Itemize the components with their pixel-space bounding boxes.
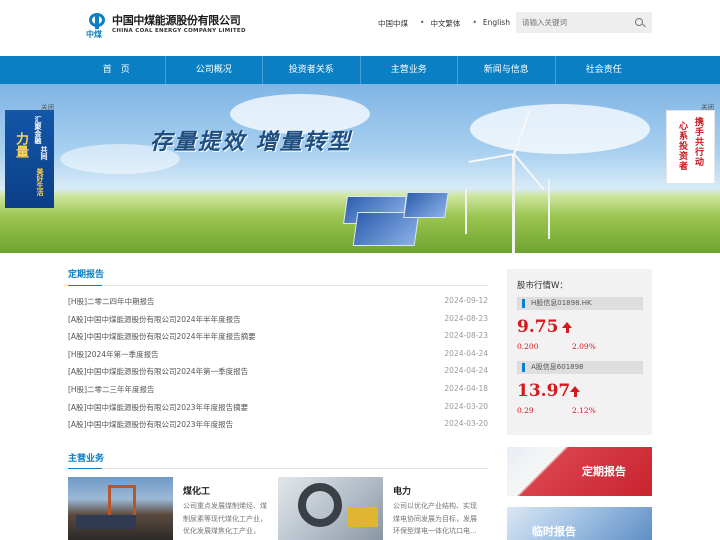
right-floating-ad[interactable]: 携手共行动 心系投资者: [666, 110, 715, 184]
main-nav: 首 页 公司概况 投资者关系 主营业务 新闻与信息 社会责任: [0, 56, 720, 84]
list-item[interactable]: [A股]中国中煤能源股份有限公司2024年半年度报告 2024-08-23: [68, 314, 488, 332]
logo-mark-icon: 中煤: [86, 13, 108, 39]
a-share-pct: 2.12%: [572, 406, 596, 415]
wind-turbine-image: [512, 154, 515, 253]
power-image[interactable]: [278, 477, 383, 540]
nav-home[interactable]: 首 页: [68, 56, 166, 84]
nav-social-responsibility[interactable]: 社会责任: [556, 56, 653, 84]
nav-investor-relations[interactable]: 投资者关系: [263, 56, 361, 84]
list-item[interactable]: [A股]中国中煤能源股份有限公司2024年半年度报告摘要 2024-08-23: [68, 331, 488, 349]
logo-text-cn: 中国中煤能源股份有限公司: [112, 14, 241, 27]
search-icon[interactable]: [635, 18, 643, 26]
section-divider: [68, 468, 488, 469]
search-input[interactable]: [522, 16, 622, 29]
h-share-pct: 2.09%: [572, 342, 596, 351]
list-item[interactable]: [A股]中国中煤能源股份有限公司2023年年度报告摘要 2024-03-20: [68, 402, 488, 420]
business-item-desc: 公司重点发展煤制烯烃、煤制尿素等现代煤化工产业，优化发展煤焦化工产业，产...: [183, 502, 267, 540]
solar-panel-image: [403, 192, 449, 218]
h-share-price: 9.75: [517, 317, 559, 337]
business-item-title[interactable]: 电力: [393, 484, 411, 497]
list-item[interactable]: [A股]中国中煤能源股份有限公司2023年年度报告 2024-03-20: [68, 419, 488, 437]
a-share-label[interactable]: A股信息601898: [517, 361, 643, 374]
list-item[interactable]: [A股]中国中煤能源股份有限公司2024年第一季度报告 2024-04-24: [68, 366, 488, 384]
stock-title: 股市行情W：: [517, 281, 568, 291]
wind-turbine-image: [548, 179, 550, 239]
stock-quote-widget: 股市行情W： H股信息01898.HK 9.75 0.200 2.09% A股信…: [507, 269, 652, 435]
separator-dot: •: [420, 18, 425, 27]
business-item-title[interactable]: 煤化工: [183, 484, 210, 497]
a-share-change: 0.29: [517, 406, 534, 415]
business-item-desc: 公司以优化产业结构、实现煤电协同发展为目标，发展环保型煤电一体化坑口电...: [393, 502, 477, 535]
nav-main-business[interactable]: 主营业务: [361, 56, 458, 84]
link-english[interactable]: English: [483, 18, 510, 29]
list-item[interactable]: [H股]2024年第一季度报告 2024-04-24: [68, 349, 488, 367]
separator-dot: •: [472, 18, 477, 27]
site-header: 中煤 中国中煤能源股份有限公司 CHINA COAL ENERGY COMPAN…: [0, 0, 720, 56]
up-arrow-icon: [562, 322, 572, 333]
section-divider: [68, 285, 488, 286]
periodic-reports-list: [H股]二零二四年中期报告 2024-09-12 [A股]中国中煤能源股份有限公司…: [68, 296, 488, 437]
left-floating-ad[interactable]: 汇聚金融 力量 共同 美好生活: [5, 110, 54, 208]
link-traditional-chinese[interactable]: 中文繁体: [430, 18, 460, 29]
link-china-coal[interactable]: 中国中煤: [378, 18, 408, 29]
h-share-change: 0.200: [517, 342, 539, 351]
wind-turbine-image: [465, 189, 467, 234]
nav-company-overview[interactable]: 公司概况: [166, 56, 263, 84]
main-business-title[interactable]: 主营业务: [68, 451, 104, 464]
coal-chemical-image[interactable]: [68, 477, 173, 540]
periodic-reports-title[interactable]: 定期报告: [68, 267, 104, 280]
logo-text-en: CHINA COAL ENERGY COMPANY LIMITED: [112, 28, 246, 34]
list-item[interactable]: [H股]二零二四年中期报告 2024-09-12: [68, 296, 488, 314]
banner-slogan: 存量提效 增量转型: [150, 130, 352, 155]
up-arrow-icon: [570, 386, 580, 397]
search-box: [516, 12, 652, 33]
hero-banner[interactable]: 存量提效 增量转型: [0, 84, 720, 253]
periodic-report-promo[interactable]: 定期报告: [507, 447, 652, 496]
nav-news[interactable]: 新闻与信息: [458, 56, 556, 84]
list-item[interactable]: [H股]二零二三年年度报告 2024-04-18: [68, 384, 488, 402]
company-logo[interactable]: 中煤 中国中煤能源股份有限公司 CHINA COAL ENERGY COMPAN…: [86, 13, 256, 39]
h-share-label[interactable]: H股信息01898.HK: [517, 297, 643, 310]
cloud-decor: [470, 104, 650, 154]
language-links: 中国中煤 • 中文繁体 • English: [378, 18, 522, 29]
a-share-price: 13.97: [517, 381, 571, 401]
interim-report-promo[interactable]: 临时报告: [507, 507, 652, 540]
